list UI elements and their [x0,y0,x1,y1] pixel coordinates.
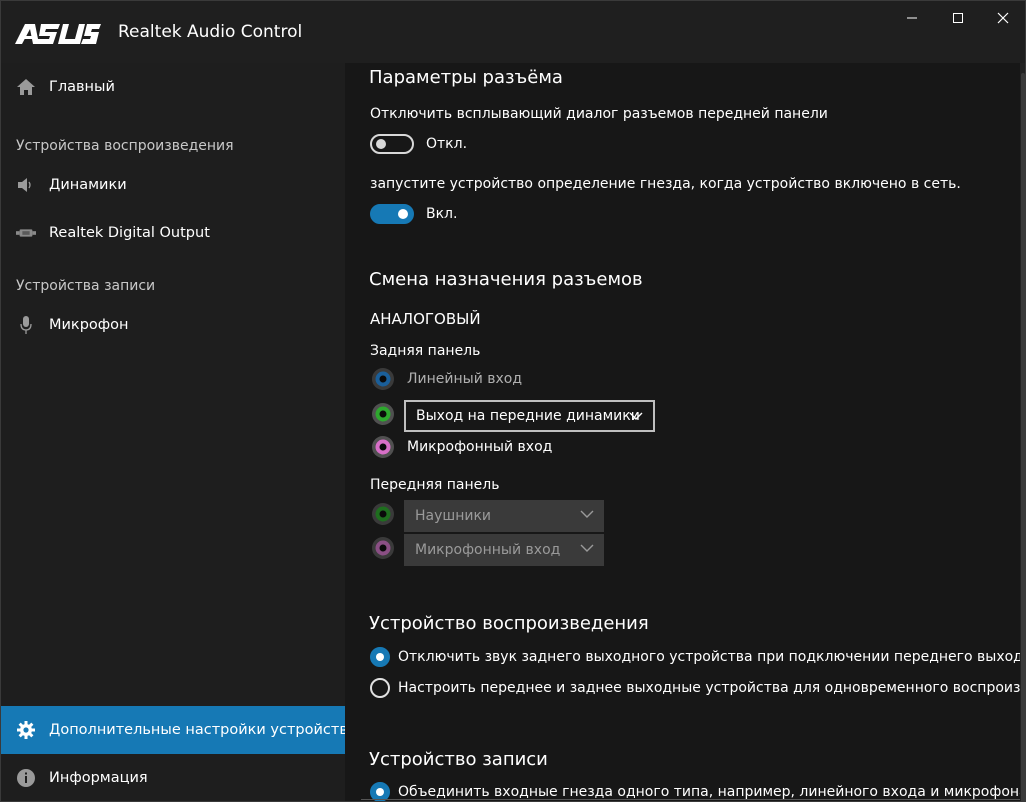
sidebar-item-home[interactable]: Главный [1,63,345,111]
close-icon [997,12,1009,24]
bottom-divider [361,799,1021,800]
merge-inputs-label: Объединить входные гнезда одного типа, н… [398,784,1020,800]
line-in-label: Линейный вход [407,371,523,387]
sidebar-item-label: Информация [49,770,148,786]
front-panel-popup-state: Откл. [426,136,468,152]
chevron-down-icon [580,510,594,518]
sidebar-item-info[interactable]: Информация [1,754,345,801]
headphone-jack-icon [372,503,394,525]
rear-green-jack-value: Выход на передние динамики [416,408,640,424]
jack-reassign-title: Смена назначения разъемов [369,269,643,290]
sidebar-item-label: Дополнительные настройки устройства [49,722,357,738]
scrollbar-thumb[interactable] [1021,73,1025,801]
jack-detection-toggle[interactable] [370,204,414,224]
chevron-down-icon [629,412,643,420]
front-panel-popup-label: Отключить всплывающий диалог разъемов пе… [370,106,828,122]
sidebar-item-label: Realtek Digital Output [49,225,210,241]
front-mic-value: Микрофонный вход [415,542,561,558]
gear-icon [16,720,36,740]
sidebar: Главный Устройства воспроизведения Динам… [1,63,357,801]
app-title: Realtek Audio Control [118,22,303,42]
mic-in-label: Микрофонный вход [407,439,553,455]
jack-detection-label: запустите устройство определение гнезда,… [370,176,961,192]
rear-panel-label: Задняя панель [370,343,481,359]
close-button[interactable] [980,1,1025,35]
connector-settings-title: Параметры разъёма [369,67,563,88]
app-window: Realtek Audio Control Главный Устройства… [0,0,1026,802]
mute-rear-label: Отключить звук заднего выходного устройс… [398,649,1020,665]
front-mic-select[interactable]: Микрофонный вход [404,534,604,566]
maximize-icon [953,13,963,23]
chevron-down-icon [580,544,594,552]
jack-detection-state: Вкл. [426,206,458,222]
front-panel-popup-toggle[interactable] [370,134,414,154]
sidebar-item-speakers[interactable]: Динамики [1,161,345,209]
independent-playback-radio[interactable] [370,678,390,698]
info-icon [16,768,36,788]
front-speaker-jack-icon [372,403,394,425]
microphone-icon [16,315,36,335]
front-headphone-value: Наушники [415,508,492,524]
asus-logo [15,24,101,44]
rear-green-jack-select[interactable]: Выход на передние динамики [404,400,655,432]
front-headphone-select[interactable]: Наушники [404,500,604,532]
playback-devices-header: Устройства воспроизведения [16,138,234,154]
sidebar-item-label: Главный [49,79,115,95]
sidebar-item-label: Динамики [49,177,127,193]
toggle-knob [398,209,408,219]
mic-in-jack-icon [372,436,394,458]
sidebar-item-digital-output[interactable]: Realtek Digital Output [1,209,345,257]
speaker-icon [16,175,36,195]
digital-output-icon [16,223,36,243]
home-icon [16,77,36,97]
toggle-knob [376,139,386,149]
sidebar-item-label: Микрофон [49,317,129,333]
independent-playback-label: Настроить переднее и заднее выходные уст… [398,680,1020,696]
front-mic-jack-icon [372,537,394,559]
analog-label: АНАЛОГОВЫЙ [370,310,481,328]
sidebar-item-microphone[interactable]: Микрофон [1,301,345,349]
minimize-icon [907,17,917,19]
recording-device-title: Устройство записи [369,749,548,770]
maximize-button[interactable] [935,1,981,35]
recording-devices-header: Устройства записи [16,278,156,294]
sidebar-item-advanced-settings[interactable]: Дополнительные настройки устройства [1,706,357,754]
title-bar[interactable]: Realtek Audio Control [1,1,1025,63]
minimize-button[interactable] [889,1,935,35]
content-scrollbar[interactable] [1020,63,1025,801]
mute-rear-radio[interactable] [370,647,390,667]
playback-device-title: Устройство воспроизведения [369,613,649,634]
line-in-jack-icon [372,368,394,390]
front-panel-label: Передняя панель [370,477,500,493]
